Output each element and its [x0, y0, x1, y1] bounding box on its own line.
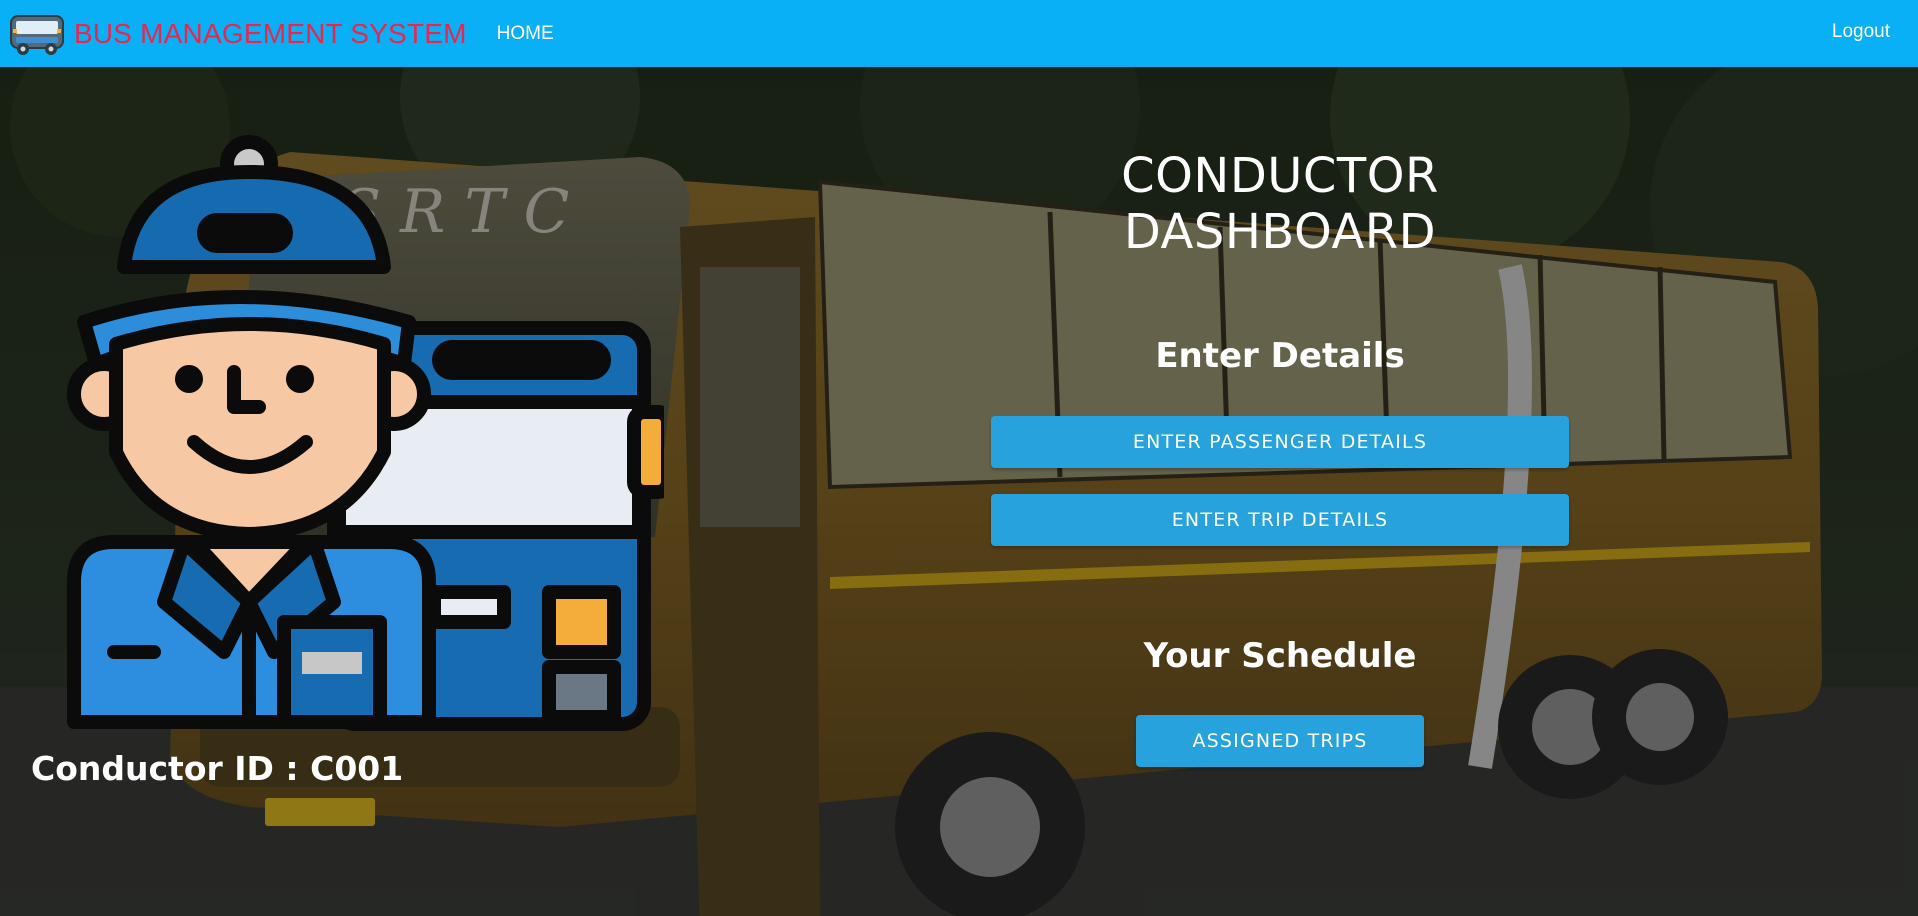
- brand-title: BUS MANAGEMENT SYSTEM: [74, 17, 467, 49]
- brand-link[interactable]: BUS MANAGEMENT SYSTEM: [8, 11, 467, 57]
- enter-trip-details-button[interactable]: ENTER TRIP DETAILS: [991, 494, 1569, 546]
- enter-details-heading: Enter Details: [1155, 336, 1405, 376]
- nav-home-link[interactable]: HOME: [497, 23, 554, 45]
- enter-passenger-details-button[interactable]: ENTER PASSENGER DETAILS: [991, 416, 1569, 468]
- your-schedule-heading: Your Schedule: [1143, 636, 1417, 676]
- dashboard-title: CONDUCTOR DASHBOARD: [1121, 148, 1439, 260]
- assigned-trips-button[interactable]: ASSIGNED TRIPS: [1136, 715, 1424, 767]
- logout-link[interactable]: Logout: [1832, 21, 1890, 43]
- bus-icon: [10, 14, 64, 55]
- conductor-id-label: Conductor ID : C001: [31, 749, 404, 788]
- top-navbar: BUS MANAGEMENT SYSTEM HOME Logout: [0, 0, 1918, 67]
- bus-conductor-illustration: [67, 135, 664, 731]
